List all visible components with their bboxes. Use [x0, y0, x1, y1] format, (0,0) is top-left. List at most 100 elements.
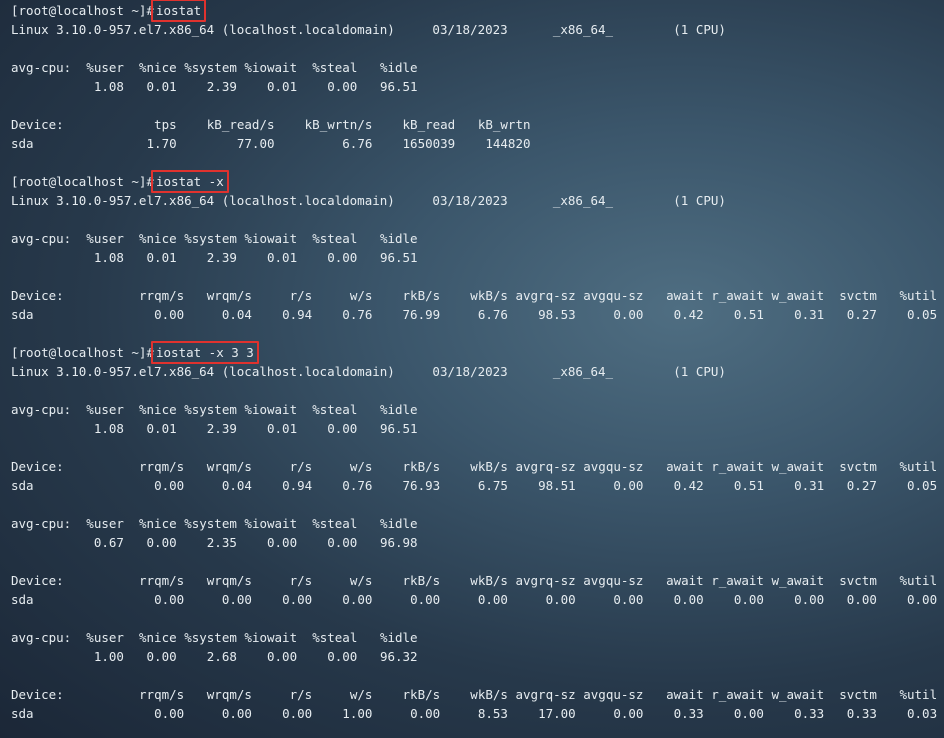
command-input[interactable]: iostat	[150, 0, 207, 22]
cpu-values-row: 1.08 0.01 2.39 0.01 0.00 96.51	[11, 248, 944, 267]
terminal-window[interactable]: [root@localhost ~]# iostat Linux 3.10.0-95…	[0, 0, 944, 738]
cpu-column-header: %nice	[139, 231, 177, 246]
device-column-header: wkB/s	[470, 288, 508, 303]
cpu-values-row: 1.00 0.00 2.68 0.00 0.00 96.32	[11, 647, 944, 666]
device-column-header: await	[666, 288, 704, 303]
device-value: 0.00	[221, 592, 252, 607]
device-value: 0.51	[733, 307, 764, 322]
device-name: sda	[11, 706, 34, 721]
cpu-column-header: %iowait	[244, 402, 298, 417]
cpu-header-row: avg-cpu: %user %nice %system %iowait %steal %i…	[11, 628, 944, 647]
device-column-header: rkB/s	[402, 288, 441, 303]
device-value: 0.00	[846, 592, 877, 607]
device-column-header: svctm	[839, 573, 877, 588]
device-column-header: kB_wrtn/s	[304, 117, 373, 132]
cpu-value: 96.51	[379, 79, 418, 94]
device-column-header: kB_read	[402, 117, 456, 132]
device-column-header: wrqm/s	[206, 573, 252, 588]
device-value: 0.00	[282, 592, 313, 607]
cpu-value: 0.00	[327, 79, 358, 94]
cpu-value: 2.39	[206, 250, 237, 265]
device-label: Device:	[11, 459, 64, 474]
cpu-values-row: 1.08 0.01 2.39 0.01 0.00 96.51	[11, 419, 944, 438]
cpu-values-row: 1.08 0.01 2.39 0.01 0.00 96.51	[11, 77, 944, 96]
device-header-row: Device: rrqm/s wrqm/s r/s w/s rkB/s wkB/s avgrq…	[11, 286, 944, 305]
system-info-line: Linux 3.10.0-957.el7.x86_64 (localhost.l…	[11, 22, 726, 37]
cpu-value: 0.01	[267, 79, 298, 94]
device-value: 0.00	[154, 307, 185, 322]
device-label: Device:	[11, 117, 64, 132]
cpu-values-row: 0.67 0.00 2.35 0.00 0.00 96.98	[11, 533, 944, 552]
device-value: 0.31	[794, 478, 825, 493]
device-column-header: avgrq-sz	[515, 573, 576, 588]
device-column-header: avgqu-sz	[583, 687, 644, 702]
cpu-column-header: %user	[86, 60, 124, 75]
device-column-header: svctm	[839, 459, 877, 474]
device-column-header: w/s	[349, 573, 373, 588]
cpu-value: 1.08	[93, 79, 124, 94]
cpu-column-header: %system	[184, 516, 237, 531]
device-row: sda 1.70 77.00 6.76 1650039 144820	[11, 134, 944, 153]
cpu-label: avg-cpu:	[11, 402, 72, 417]
device-column-header: wkB/s	[470, 573, 508, 588]
device-label: Device:	[11, 573, 64, 588]
device-column-header: wkB/s	[470, 687, 508, 702]
cpu-value: 0.01	[146, 250, 177, 265]
system-info-line: Linux 3.10.0-957.el7.x86_64 (localhost.l…	[11, 364, 726, 379]
cpu-column-header: %idle	[379, 516, 418, 531]
device-value: 1.00	[342, 706, 373, 721]
cpu-value: 0.00	[146, 535, 177, 550]
cpu-column-header: %steal	[312, 231, 358, 246]
shell-prompt: [root@localhost ~]#	[11, 345, 154, 360]
cpu-value: 96.51	[379, 421, 418, 436]
device-value: 0.05	[907, 478, 938, 493]
device-value: 0.51	[733, 478, 764, 493]
device-value: 0.00	[282, 706, 313, 721]
cpu-value: 1.08	[93, 250, 124, 265]
cpu-column-header: %system	[184, 231, 237, 246]
device-column-header: %util	[899, 687, 938, 702]
device-column-header: avgqu-sz	[583, 288, 644, 303]
cpu-value: 0.00	[327, 649, 358, 664]
cpu-column-header: %idle	[379, 231, 418, 246]
device-column-header: %util	[899, 573, 938, 588]
device-value: 0.76	[342, 478, 373, 493]
device-column-header: avgrq-sz	[515, 288, 576, 303]
device-column-header: svctm	[839, 288, 877, 303]
device-value: 0.04	[221, 478, 252, 493]
device-column-header: rrqm/s	[139, 687, 185, 702]
device-value: 6.75	[477, 478, 508, 493]
cpu-column-header: %idle	[379, 630, 418, 645]
device-value: 1.70	[146, 136, 177, 151]
cpu-value: 0.67	[93, 535, 124, 550]
device-column-header: await	[666, 459, 704, 474]
cpu-value: 0.00	[267, 649, 298, 664]
device-column-header: r/s	[289, 459, 313, 474]
device-column-header: r_await	[711, 573, 764, 588]
cpu-label: avg-cpu:	[11, 630, 72, 645]
device-header-row: Device: rrqm/s wrqm/s r/s w/s rkB/s wkB/s avgrq…	[11, 571, 944, 590]
device-row: sda 0.00 0.04 0.94 0.76 76.99 6.76 98.53 0.00 0.4…	[11, 305, 944, 324]
cpu-column-header: %idle	[379, 402, 418, 417]
device-value: 0.00	[410, 706, 441, 721]
command-input[interactable]: iostat -x	[151, 170, 229, 193]
command-input[interactable]: iostat -x 3 3	[151, 341, 259, 364]
device-name: sda	[11, 136, 34, 151]
device-column-header: r_await	[711, 459, 764, 474]
device-value: 6.76	[342, 136, 373, 151]
system-info-line: Linux 3.10.0-957.el7.x86_64 (localhost.l…	[11, 193, 726, 208]
cpu-header-row: avg-cpu: %user %nice %system %iowait %steal %i…	[11, 400, 944, 419]
device-column-header: await	[666, 573, 704, 588]
device-column-header: kB_read/s	[206, 117, 275, 132]
prompt-line: [root@localhost ~]# iostat	[11, 0, 944, 22]
shell-prompt: [root@localhost ~]#	[11, 3, 154, 18]
device-column-header: avgqu-sz	[583, 459, 644, 474]
device-value: 0.00	[794, 592, 825, 607]
device-value: 0.00	[154, 478, 185, 493]
device-column-header: %util	[899, 459, 938, 474]
device-value: 0.42	[673, 307, 704, 322]
